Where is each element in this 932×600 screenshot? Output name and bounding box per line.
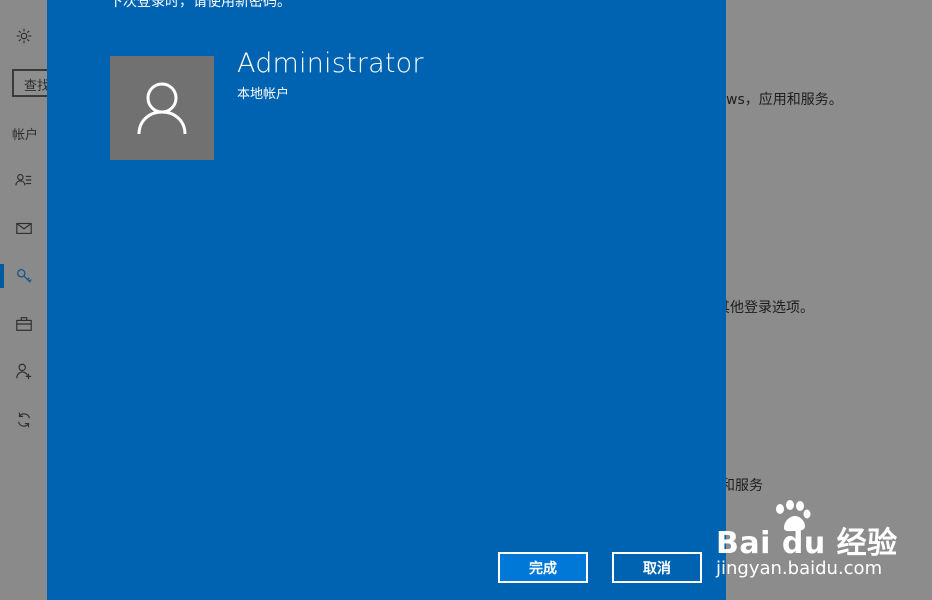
- gear-icon[interactable]: [14, 26, 34, 46]
- account-type: 本地帐户: [237, 87, 290, 102]
- background-text-signin-options: 其他登录选项。: [716, 300, 814, 316]
- background-text-services: ws，应用和服务。: [726, 92, 843, 108]
- sync-icon[interactable]: [14, 410, 34, 430]
- briefcase-icon[interactable]: [14, 314, 34, 334]
- search-input[interactable]: 查找: [12, 69, 52, 97]
- watermark-logo: Bai du 经验: [716, 526, 898, 561]
- change-password-dialog: 下次登录时，请使用新密码。 Administrator 本地帐户 完成 取消: [47, 0, 726, 600]
- avatar: [110, 56, 214, 160]
- key-icon[interactable]: [14, 266, 34, 286]
- user-icon: [137, 82, 187, 135]
- finish-button[interactable]: 完成: [498, 552, 588, 583]
- add-person-icon[interactable]: [14, 361, 34, 381]
- section-label-accounts: 帐户: [12, 128, 39, 143]
- dialog-message: 下次登录时，请使用新密码。: [109, 0, 291, 10]
- mail-icon[interactable]: [14, 218, 34, 238]
- active-nav-indicator: [0, 264, 4, 288]
- settings-sidebar: 查找 帐户: [0, 0, 52, 600]
- account-info-icon[interactable]: [14, 170, 34, 190]
- cancel-button[interactable]: 取消: [612, 552, 702, 583]
- watermark-url: jingyan.baidu.com: [716, 558, 883, 579]
- background-text-and-services: 和服务: [721, 478, 763, 494]
- user-name: Administrator: [237, 48, 424, 79]
